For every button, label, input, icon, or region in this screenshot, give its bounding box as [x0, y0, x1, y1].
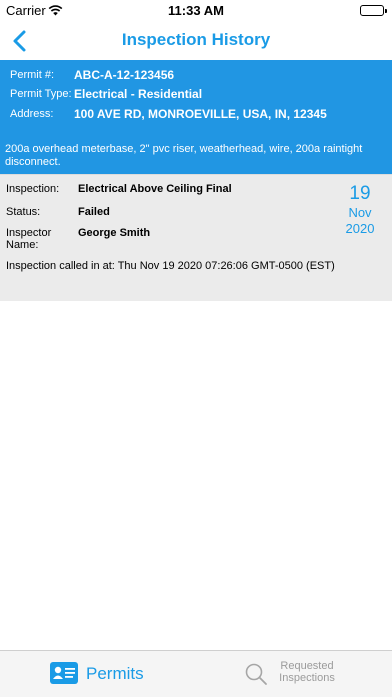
tab-requested-label: Requested Inspections — [279, 660, 335, 684]
battery-icon — [360, 5, 387, 16]
clock-time: 11:33 AM — [168, 3, 224, 18]
navigation-bar: Inspection History — [0, 22, 392, 60]
tab-requested-inspections[interactable]: Requested Inspections — [244, 651, 364, 697]
tab-permits[interactable]: Permits — [50, 651, 180, 697]
tab-permits-label: Permits — [86, 664, 144, 683]
inspection-status-label: Status: — [6, 206, 41, 218]
inspection-record[interactable]: Inspection: Electrical Above Ceiling Fin… — [0, 174, 392, 301]
permit-type-value: Electrical - Residential — [74, 87, 203, 101]
search-icon — [244, 662, 268, 691]
permit-number-label: Permit #: — [10, 69, 55, 81]
inspection-type-label: Inspection: — [6, 183, 60, 195]
permit-number-value: ABC-A-12-123456 — [74, 68, 175, 82]
inspection-date-month: Nov — [348, 205, 372, 220]
inspector-name-value: George Smith — [78, 227, 151, 239]
inspection-date: 19 Nov 2020 — [336, 183, 384, 237]
permit-address-label: Address: — [10, 108, 54, 120]
inspection-status-value: Failed — [78, 206, 110, 218]
inspection-type-value: Electrical Above Ceiling Final — [78, 183, 232, 195]
permit-card-icon — [50, 662, 78, 689]
inspection-date-year: 2020 — [345, 221, 375, 236]
inspection-called-in: Inspection called in at: Thu Nov 19 2020… — [6, 260, 335, 272]
permit-summary: Permit #: ABC-A-12-123456 Permit Type: E… — [0, 60, 392, 174]
status-bar: Carrier 11:33 AM — [0, 0, 392, 22]
permit-type-label: Permit Type: — [10, 88, 72, 100]
inspection-date-day: 19 — [349, 183, 371, 204]
permit-description: 200a overhead meterbase, 2" pvc riser, w… — [5, 143, 363, 168]
tab-bar: Permits Requested Inspections — [0, 650, 392, 697]
inspector-name-label: Inspector Name: — [6, 227, 52, 251]
page-title: Inspection History — [121, 30, 271, 49]
permit-address-value: 100 AVE RD, MONROEVILLE, USA, IN, 12345 — [74, 107, 327, 121]
